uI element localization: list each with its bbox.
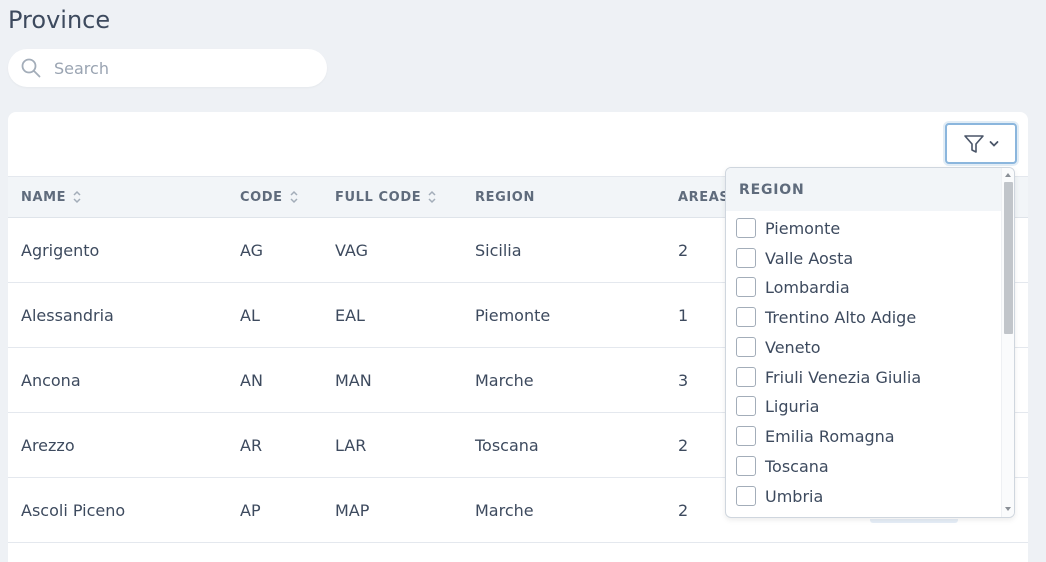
checkbox[interactable] [736,248,756,268]
search-box[interactable] [8,49,327,87]
cell-areas: 2 [678,435,689,455]
sort-icon [73,190,81,204]
cell-code: AG [240,240,264,260]
cell-name: Ancona [21,370,81,390]
cell-areas: 3 [678,370,689,390]
checkbox[interactable] [736,218,756,238]
column-label: REGION [475,189,535,205]
cell-region: Piemonte [475,305,551,325]
cell-name: Agrigento [21,240,100,260]
option-label: Umbria [765,486,824,506]
scroll-down-arrow-icon[interactable] [1005,507,1011,511]
option-label: Trentino Alto Adige [765,307,917,327]
row-action-button[interactable] [870,519,958,523]
cell-code: AL [240,305,260,325]
cell-full-code: LAR [335,435,367,455]
region-option[interactable]: Friuli Venezia Giulia [736,362,1000,392]
region-filter-dropdown: REGION Piemonte Valle Aosta Lombardia Tr… [725,167,1015,518]
region-option[interactable]: Piemonte [736,213,1000,243]
scroll-thumb[interactable] [1004,182,1013,334]
option-label: Piemonte [765,218,841,238]
page-title: Province [8,6,111,34]
cell-code: AN [240,370,263,390]
cell-areas: 2 [678,240,689,260]
checkbox[interactable] [736,367,756,387]
region-option[interactable]: Valle Aosta [736,243,1000,273]
cell-name: Alessandria [21,305,114,325]
column-header-full-code[interactable]: FULL CODE [335,177,437,217]
region-option[interactable]: Emilia Romagna [736,421,1000,451]
cell-code: AR [240,435,263,455]
option-label: Liguria [765,396,820,416]
dropdown-header: REGION [726,168,1002,211]
option-label: Emilia Romagna [765,426,895,446]
option-label: Veneto [765,337,821,357]
cell-full-code: MAN [335,370,372,390]
filter-button[interactable] [945,123,1017,164]
checkbox[interactable] [736,456,756,476]
region-option[interactable]: Lombardia [736,272,1000,302]
column-label: FULL CODE [335,189,422,205]
scroll-up-arrow-icon[interactable] [1005,173,1011,177]
option-label: Lombardia [765,277,850,297]
cell-full-code: EAL [335,305,365,325]
column-label: CODE [240,189,283,205]
sort-icon [290,190,298,204]
column-header-region: REGION [475,177,535,217]
checkbox[interactable] [736,426,756,446]
region-option[interactable]: Veneto [736,332,1000,362]
dropdown-scrollbar[interactable] [1001,168,1014,517]
checkbox[interactable] [736,396,756,416]
chevron-down-icon [989,140,999,147]
search-input[interactable] [54,49,314,87]
cell-areas: 2 [678,500,689,520]
option-label: Friuli Venezia Giulia [765,367,922,387]
region-option[interactable]: Umbria [736,481,1000,511]
cell-full-code: MAP [335,500,370,520]
cell-region: Toscana [475,435,539,455]
cell-full-code: VAG [335,240,368,260]
option-label: Valle Aosta [765,248,854,268]
column-header-name[interactable]: NAME [21,177,82,217]
sort-icon [428,190,436,204]
filter-icon [964,134,984,153]
cell-code: AP [240,500,261,520]
option-label: Toscana [765,456,829,476]
column-label: AREAS [678,189,730,205]
cell-areas: 1 [678,305,689,325]
cell-region: Marche [475,500,534,520]
cell-name: Ascoli Piceno [21,500,126,520]
checkbox[interactable] [736,307,756,327]
checkbox[interactable] [736,277,756,297]
column-header-code[interactable]: CODE [240,177,299,217]
checkbox[interactable] [736,337,756,357]
region-option[interactable]: Toscana [736,451,1000,481]
search-icon [21,58,41,78]
column-label: NAME [21,189,67,205]
checkbox[interactable] [736,486,756,506]
cell-region: Sicilia [475,240,522,260]
cell-name: Arezzo [21,435,75,455]
cell-region: Marche [475,370,534,390]
region-option[interactable]: Trentino Alto Adige [736,302,1000,332]
region-option[interactable]: Liguria [736,391,1000,421]
column-header-areas: AREAS [678,177,729,217]
